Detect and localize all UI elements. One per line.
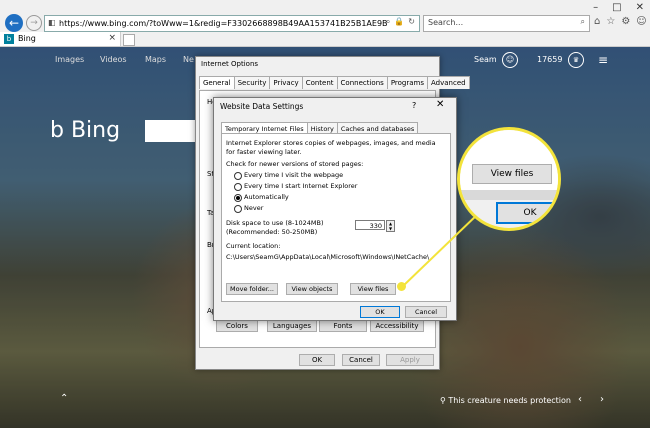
forward-button[interactable]: → <box>26 15 42 31</box>
toolbar-icons: ⌂ ☆ ⚙ ☺ <box>594 16 647 27</box>
avatar-icon[interactable]: ☺ <box>502 52 518 68</box>
caption-text: This creature needs protection <box>448 396 571 405</box>
gear-icon[interactable]: ⚙ <box>621 16 630 27</box>
disk-space-input[interactable]: 330 <box>355 220 385 230</box>
tab-general[interactable]: General <box>199 76 235 89</box>
search-placeholder: Search... <box>428 18 464 27</box>
search-box[interactable]: Search... ⌕ <box>423 15 590 32</box>
fonts-button[interactable]: Fonts <box>319 320 367 332</box>
close-window-icon[interactable]: ✕ <box>636 2 644 16</box>
tab-bing[interactable]: b Bing × <box>0 32 121 46</box>
internet-options-tabs: General Security Privacy Content Connect… <box>199 76 470 89</box>
search-icon[interactable]: ⌕ <box>386 17 390 27</box>
option-never-label[interactable]: Never <box>244 204 263 212</box>
check-label: Check for newer versions of stored pages… <box>226 160 364 168</box>
nav-news[interactable]: Ne <box>183 55 194 64</box>
disk-space-label: Disk space to use (8-1024MB) <box>226 219 324 227</box>
close-icon[interactable]: ✕ <box>436 99 444 110</box>
home-icon[interactable]: ⌂ <box>594 16 600 27</box>
zoom-view-files-button: View files <box>472 164 552 184</box>
dialog-title: Internet Options <box>201 60 259 68</box>
view-files-button[interactable]: View files <box>350 283 396 295</box>
cancel-button[interactable]: Cancel <box>405 306 447 318</box>
user-name[interactable]: Seam <box>474 55 497 64</box>
radio-every-start[interactable] <box>234 183 242 191</box>
move-folder-button[interactable]: Move folder... <box>226 283 278 295</box>
tab-connections[interactable]: Connections <box>336 76 388 89</box>
nav-maps[interactable]: Maps <box>145 55 166 64</box>
previous-image-icon[interactable]: ‹ <box>578 394 582 405</box>
smiley-icon[interactable]: ☺ <box>636 16 646 27</box>
lock-icon[interactable]: 🔒 <box>394 17 404 27</box>
languages-button[interactable]: Languages <box>267 320 317 332</box>
help-button[interactable]: ? <box>412 101 416 110</box>
ok-button[interactable]: OK <box>360 306 400 318</box>
search-icon[interactable]: ⌕ <box>581 17 585 27</box>
view-objects-button[interactable]: View objects <box>286 283 338 295</box>
new-tab-button[interactable] <box>123 34 135 46</box>
disk-space-recommended: (Recommended: 50-250MB) <box>226 228 318 236</box>
tab-privacy[interactable]: Privacy <box>269 76 303 89</box>
temporary-files-panel <box>221 133 451 302</box>
window-controls: – □ ✕ <box>593 2 644 16</box>
rewards-points[interactable]: 17659 <box>537 55 562 64</box>
callout-dot <box>397 282 406 291</box>
page-icon: ◧ <box>48 18 56 27</box>
cancel-button[interactable]: Cancel <box>342 354 380 366</box>
back-button[interactable]: ← <box>5 14 23 32</box>
trophy-icon[interactable]: ♛ <box>568 52 584 68</box>
radio-every-visit[interactable] <box>234 172 242 180</box>
bing-favicon-icon: b <box>4 34 14 44</box>
address-bar[interactable]: ◧ https://www.bing.com/?toWww=1&redig=F3… <box>44 15 420 32</box>
bing-logo: b Bing <box>50 118 120 143</box>
tab-security[interactable]: Security <box>233 76 271 89</box>
minimize-icon[interactable]: – <box>593 2 598 16</box>
zoom-ok-button: OK <box>496 202 558 224</box>
maximize-icon[interactable]: □ <box>612 2 621 16</box>
colors-button[interactable]: Colors <box>216 320 258 332</box>
disk-space-spinner[interactable]: ▲ ▼ <box>386 220 395 232</box>
location-pin-icon: ⚲ <box>440 396 446 405</box>
apply-button[interactable]: Apply <box>386 354 434 366</box>
option-every-start-label[interactable]: Every time I start Internet Explorer <box>244 182 357 190</box>
nav-images[interactable]: Images <box>55 55 84 64</box>
spin-down-icon[interactable]: ▼ <box>387 226 394 231</box>
close-tab-icon[interactable]: × <box>108 33 116 43</box>
refresh-icon[interactable]: ↻ <box>408 17 415 27</box>
chevron-up-icon[interactable]: ⌃ <box>60 393 68 404</box>
favorites-star-icon[interactable]: ☆ <box>606 16 615 27</box>
menu-icon[interactable]: ≡ <box>598 53 608 67</box>
ok-button[interactable]: OK <box>299 354 335 366</box>
bing-logo-icon: b <box>50 118 64 143</box>
zoom-divider <box>460 190 558 200</box>
tab-content[interactable]: Content <box>301 76 338 89</box>
dialog-title: Website Data Settings <box>220 102 304 111</box>
image-caption[interactable]: ⚲ This creature needs protection <box>440 396 571 405</box>
radio-never[interactable] <box>234 205 242 213</box>
bing-logo-text: Bing <box>70 118 121 143</box>
current-location-label: Current location: <box>226 242 281 250</box>
accessibility-button[interactable]: Accessibility <box>370 320 424 332</box>
option-automatically-label[interactable]: Automatically <box>244 193 289 201</box>
zoom-callout: View files OK <box>457 127 561 231</box>
nav-videos[interactable]: Videos <box>100 55 127 64</box>
next-image-icon[interactable]: › <box>600 394 604 405</box>
description-line-1: Internet Explorer stores copies of webpa… <box>226 139 436 147</box>
tab-programs[interactable]: Programs <box>386 76 428 89</box>
current-location-path: C:\Users\SeamG\AppData\Local\Microsoft\W… <box>226 253 430 261</box>
tab-label: Bing <box>18 34 36 43</box>
radio-automatically[interactable] <box>234 194 242 202</box>
tab-advanced[interactable]: Advanced <box>427 76 470 89</box>
description-line-2: for faster viewing later. <box>226 148 302 156</box>
url-text: https://www.bing.com/?toWww=1&redig=F330… <box>59 19 388 28</box>
option-every-visit-label[interactable]: Every time I visit the webpage <box>244 171 343 179</box>
